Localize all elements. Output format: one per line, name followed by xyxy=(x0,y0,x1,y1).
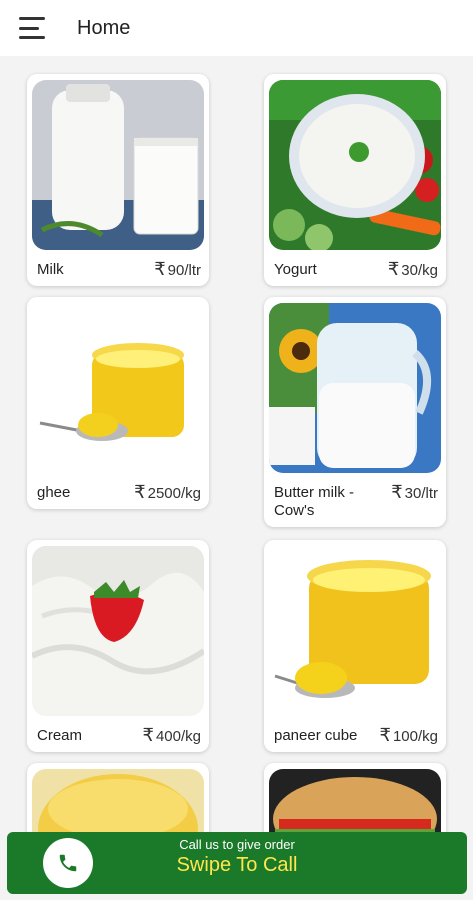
product-price: ₹30/ltr xyxy=(391,482,438,502)
product-grid: Milk ₹90/ltr Yogurt ₹30/kg ghee ₹ 2500/k… xyxy=(0,60,473,840)
product-card-ghee[interactable]: ghee ₹2500/kg xyxy=(27,297,209,509)
product-image xyxy=(269,769,441,840)
product-name: paneer cube xyxy=(274,727,358,744)
product-image-paneer-cube xyxy=(269,546,441,716)
product-price: ₹400/kg xyxy=(142,725,202,745)
product-name: Cream xyxy=(37,727,83,744)
page-title: Home xyxy=(77,16,131,39)
rupee-icon: ₹ xyxy=(134,482,146,502)
menu-icon[interactable] xyxy=(19,17,47,39)
rupee-icon: ₹ xyxy=(154,259,166,279)
product-name: Milk xyxy=(37,261,64,278)
product-name: Yogurt xyxy=(274,261,317,278)
rupee-icon: ₹ xyxy=(387,259,400,279)
swipe-to-call-label[interactable]: Swipe To Call xyxy=(7,854,467,877)
product-card-cream[interactable]: Cream ₹400/kg xyxy=(27,540,209,752)
product-card-partial[interactable] xyxy=(27,763,209,840)
rupee-icon: ₹ xyxy=(142,725,154,745)
product-image-milk xyxy=(32,80,204,250)
call-subtitle: Call us to give order xyxy=(179,837,295,852)
product-image-ghee xyxy=(32,303,204,473)
product-image-cream xyxy=(32,546,204,716)
product-name: ghee xyxy=(37,484,71,501)
rupee-icon: ₹ xyxy=(379,725,391,745)
product-name: Butter milk - Cow's xyxy=(274,484,355,519)
product-card-partial[interactable] xyxy=(264,763,446,840)
app-bar: Home xyxy=(0,0,473,56)
product-price: ₹30/kg xyxy=(387,259,438,279)
product-price: ₹100/kg xyxy=(379,725,439,745)
call-bar[interactable]: Call us to give order Swipe To Call xyxy=(7,832,467,894)
product-image-butter-milk xyxy=(269,303,441,473)
product-price: ₹90/ltr xyxy=(154,259,201,279)
product-price: ₹2500/kg xyxy=(134,482,201,502)
product-card-butter-milk[interactable]: Butter milk - Cow's ₹30/ltr xyxy=(264,297,446,527)
product-image-yogurt xyxy=(269,80,441,250)
product-card-yogurt[interactable]: Yogurt ₹30/kg xyxy=(264,74,446,286)
product-card-paneer-cube[interactable]: paneer cube ₹100/kg xyxy=(264,540,446,752)
product-image xyxy=(32,769,204,840)
product-card-milk[interactable]: Milk ₹90/ltr xyxy=(27,74,209,286)
rupee-icon: ₹ xyxy=(391,482,403,502)
